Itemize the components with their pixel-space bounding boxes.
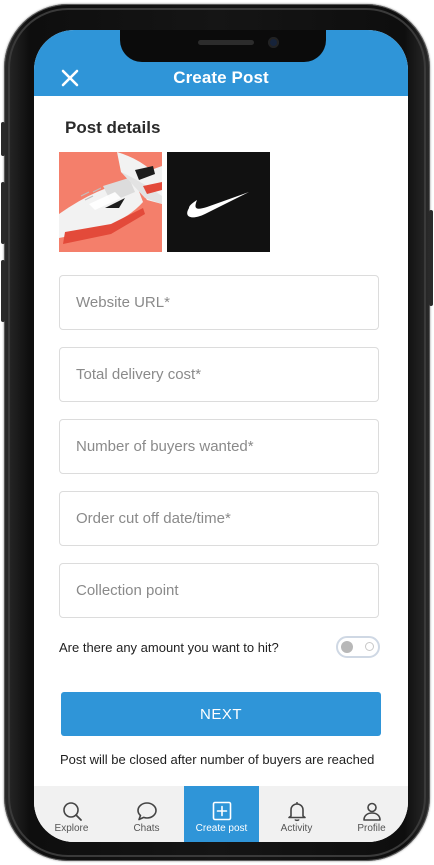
bottom-tab-bar: Explore Chats Create post Activity Profi… <box>34 786 408 842</box>
delivery-cost-field[interactable] <box>59 347 379 402</box>
buyers-wanted-input[interactable] <box>60 420 378 473</box>
collection-point-field[interactable] <box>59 563 379 618</box>
website-url-field[interactable] <box>59 275 379 330</box>
post-image-1[interactable] <box>59 152 162 252</box>
front-camera <box>268 37 279 48</box>
phone-frame: Create Post Post details Website URL* To… <box>1 4 433 861</box>
tab-label: Profile <box>357 823 386 834</box>
tab-chats[interactable]: Chats <box>109 786 184 842</box>
swoosh-logo <box>167 152 270 252</box>
silent-switch <box>1 122 5 156</box>
next-button[interactable]: NEXT <box>61 692 381 736</box>
tab-activity[interactable]: Activity <box>259 786 334 842</box>
volume-down-button <box>1 260 5 322</box>
buyers-wanted-field[interactable] <box>59 419 379 474</box>
tab-explore[interactable]: Explore <box>34 786 109 842</box>
search-icon <box>62 802 82 821</box>
tab-label: Create post <box>195 823 248 834</box>
delivery-cost-input[interactable] <box>60 348 378 401</box>
tab-label: Chats <box>133 823 160 834</box>
website-url-input[interactable] <box>60 276 378 329</box>
post-image-2[interactable] <box>167 152 270 252</box>
power-button <box>429 210 433 306</box>
camera-notch <box>120 30 326 62</box>
toggle-off-indicator <box>365 642 374 651</box>
cutoff-datetime-field[interactable] <box>59 491 379 546</box>
closing-note: Post will be closed after number of buye… <box>60 752 375 767</box>
plus-square-icon <box>212 801 231 821</box>
chat-bubble-icon <box>136 802 157 821</box>
bell-icon <box>287 802 306 822</box>
collection-point-input[interactable] <box>60 564 378 617</box>
amount-toggle-label: Are there any amount you want to hit? <box>59 640 279 655</box>
speaker-grille <box>198 40 254 45</box>
tab-profile[interactable]: Profile <box>334 786 408 842</box>
user-icon <box>362 802 381 821</box>
cutoff-datetime-input[interactable] <box>60 492 378 545</box>
section-title: Post details <box>65 118 161 137</box>
toggle-knob <box>341 641 353 653</box>
sneaker-photo <box>59 152 162 252</box>
tab-label: Activity <box>280 823 313 834</box>
screen: Create Post Post details Website URL* To… <box>34 30 408 842</box>
page-title: Create Post <box>173 68 269 87</box>
amount-toggle[interactable] <box>336 636 380 658</box>
tab-label: Explore <box>54 823 89 834</box>
volume-up-button <box>1 182 5 244</box>
tab-create-post[interactable]: Create post <box>184 786 259 842</box>
